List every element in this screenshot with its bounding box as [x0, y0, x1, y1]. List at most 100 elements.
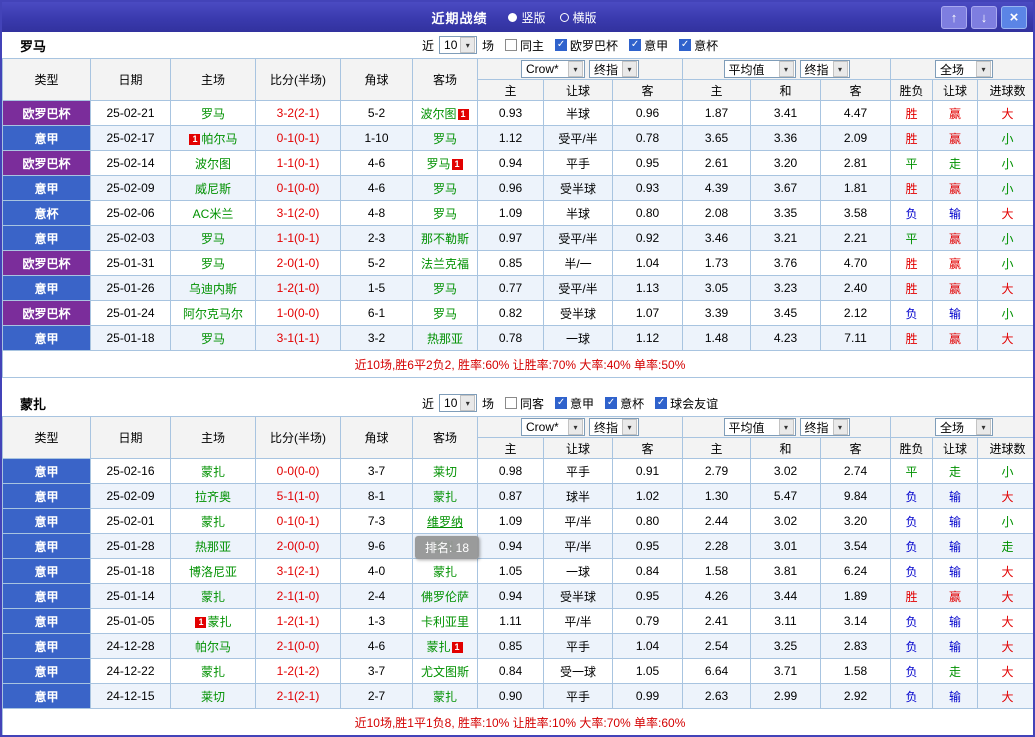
odds-cell: 平手 [543, 683, 613, 709]
goals-result-cell: 大 [977, 608, 1033, 634]
scope-select[interactable]: 全场 ▾ [935, 60, 994, 78]
odds-cell: 1.05 [477, 558, 544, 584]
away-team-link[interactable]: 罗马 [426, 157, 450, 171]
stage-select[interactable]: 终指 ▾ [589, 60, 639, 78]
away-team-link[interactable]: 罗马 [433, 282, 457, 296]
home-cell: 乌迪内斯 [170, 275, 256, 301]
stage-select-2[interactable]: 终指 ▾ [799, 60, 850, 78]
select-value: 平均值 [728, 420, 765, 435]
home-team-link[interactable]: 蒙扎 [207, 615, 231, 629]
odds-cell: 受半球 [543, 583, 613, 609]
home-cell: 罗马 [170, 225, 256, 251]
away-team-link[interactable]: 罗马 [433, 207, 457, 221]
home-team-link[interactable]: 蒙扎 [201, 590, 225, 604]
home-team-link[interactable]: 帕尔马 [195, 640, 231, 654]
layout-radio-vertical[interactable]: 竖版 [508, 9, 546, 26]
home-cell: 蒙扎 [170, 458, 256, 484]
match-count-select[interactable]: 10 ▾ [439, 394, 478, 412]
odds-cell: 0.80 [612, 508, 683, 534]
home-team-link[interactable]: 蒙扎 [201, 515, 225, 529]
match-count-select[interactable]: 10 ▾ [439, 36, 478, 54]
titlebar-buttons: ↑ ↓ × [941, 6, 1027, 29]
stage-select-2[interactable]: 终指 ▾ [799, 418, 850, 436]
bookmaker-select[interactable]: Crow* ▾ [521, 418, 585, 436]
away-team-link[interactable]: 蒙扎 [433, 490, 457, 504]
home-team-link[interactable]: 蒙扎 [201, 665, 225, 679]
away-team-link[interactable]: 佛罗伦萨 [421, 590, 469, 604]
odds-cell: 1.73 [682, 250, 751, 276]
home-cell: 阿尔克马尔 [170, 300, 256, 326]
away-team-link[interactable]: 蒙扎 [426, 640, 450, 654]
handicap-result-cell: 走 [932, 658, 979, 684]
filter-checkbox[interactable]: ✓ 意杯 [605, 395, 644, 412]
away-team-link[interactable]: 卡利亚里 [421, 615, 469, 629]
match-result-cell: 胜 [890, 275, 934, 301]
home-team-link[interactable]: 热那亚 [195, 540, 231, 554]
close-button[interactable]: × [1001, 6, 1027, 29]
column-header: 客 [612, 79, 683, 101]
away-team-link[interactable]: 罗马 [433, 307, 457, 321]
date-cell: 25-02-01 [90, 508, 171, 534]
average-select[interactable]: 平均值 ▾ [723, 418, 796, 436]
odds-cell: 3.21 [750, 225, 821, 251]
scope-select[interactable]: 全场 ▾ [935, 418, 994, 436]
odds-cell: 1.89 [819, 583, 892, 609]
away-team-link[interactable]: 那不勒斯 [421, 232, 469, 246]
odds-cell: 4.23 [750, 325, 821, 351]
date-cell: 24-12-15 [90, 683, 171, 709]
home-team-link[interactable]: 博洛尼亚 [189, 565, 237, 579]
column-header: 进球数 [977, 437, 1033, 459]
average-select[interactable]: 平均值 ▾ [723, 60, 796, 78]
filter-checkbox[interactable]: ✓ 意甲 [555, 395, 594, 412]
away-team-link[interactable]: 罗马 [433, 182, 457, 196]
away-team-link[interactable]: 罗马 [433, 132, 457, 146]
move-down-button[interactable]: ↓ [971, 6, 997, 29]
layout-radio-horizontal[interactable]: 横版 [559, 9, 597, 26]
odds-cell: 一球 [543, 558, 613, 584]
home-team-link[interactable]: 波尔图 [195, 157, 231, 171]
odds-cell: 0.96 [477, 175, 544, 201]
away-team-link[interactable]: 法兰克福 [421, 257, 469, 271]
home-team-link[interactable]: 罗马 [201, 232, 225, 246]
home-team-link[interactable]: 莱切 [201, 690, 225, 704]
filter-checkbox[interactable]: ✓ 欧罗巴杯 [555, 37, 618, 54]
home-team-link[interactable]: 乌迪内斯 [189, 282, 237, 296]
home-team-link[interactable]: 罗马 [201, 332, 225, 346]
home-cell: 罗马 [170, 250, 256, 276]
away-team-link[interactable]: 尤文图斯 [421, 665, 469, 679]
away-team-link[interactable]: 蒙扎 [433, 690, 457, 704]
home-team-link[interactable]: 罗马 [201, 107, 225, 121]
away-team-link[interactable]: 波尔图 [420, 107, 456, 121]
home-team-link[interactable]: 蒙扎 [201, 465, 225, 479]
select-value: 终指 [804, 420, 829, 435]
away-team-link[interactable]: 蒙扎 [433, 565, 457, 579]
away-team-link[interactable]: 莱切 [433, 465, 457, 479]
home-team-link[interactable]: 拉齐奥 [195, 490, 231, 504]
odds-cell: 0.85 [477, 633, 544, 659]
summary-row: 近10场,胜6平2负2, 胜率:60% 让胜率:70% 大率:40% 单率:50… [2, 350, 1033, 378]
filter-checkbox[interactable]: ✓ 意甲 [629, 37, 668, 54]
away-team-link[interactable]: 热那亚 [427, 332, 463, 346]
dropdown-arrow-icon: ▾ [460, 395, 476, 411]
home-team-link[interactable]: 威尼斯 [195, 182, 231, 196]
filter-checkbox[interactable]: 同客 [505, 395, 544, 412]
bookmaker-select[interactable]: Crow* ▾ [521, 60, 585, 78]
move-up-button[interactable]: ↑ [941, 6, 967, 29]
home-team-link[interactable]: 罗马 [201, 257, 225, 271]
away-cell: 蒙扎 [412, 558, 478, 584]
home-cell: 1 帕尔马 [170, 125, 256, 151]
home-team-link[interactable]: AC米兰 [193, 207, 234, 221]
stage-select[interactable]: 终指 ▾ [589, 418, 639, 436]
filter-checkbox[interactable]: ✓ 球会友谊 [655, 395, 718, 412]
filter-checkbox[interactable]: ✓ 意杯 [679, 37, 718, 54]
corner-cell: 5-2 [340, 100, 413, 126]
odds-cell: 2.28 [682, 533, 751, 559]
dropdown-arrow-icon: ▾ [778, 419, 794, 435]
home-team-link[interactable]: 帕尔马 [201, 132, 237, 146]
home-team-link[interactable]: 阿尔克马尔 [183, 307, 243, 321]
odds-cell: 1.04 [612, 250, 683, 276]
away-team-link[interactable]: 维罗纳 [427, 515, 463, 529]
home-cell: 蒙扎 [170, 658, 256, 684]
handicap-result-cell: 输 [932, 533, 979, 559]
filter-checkbox[interactable]: 同主 [505, 37, 544, 54]
